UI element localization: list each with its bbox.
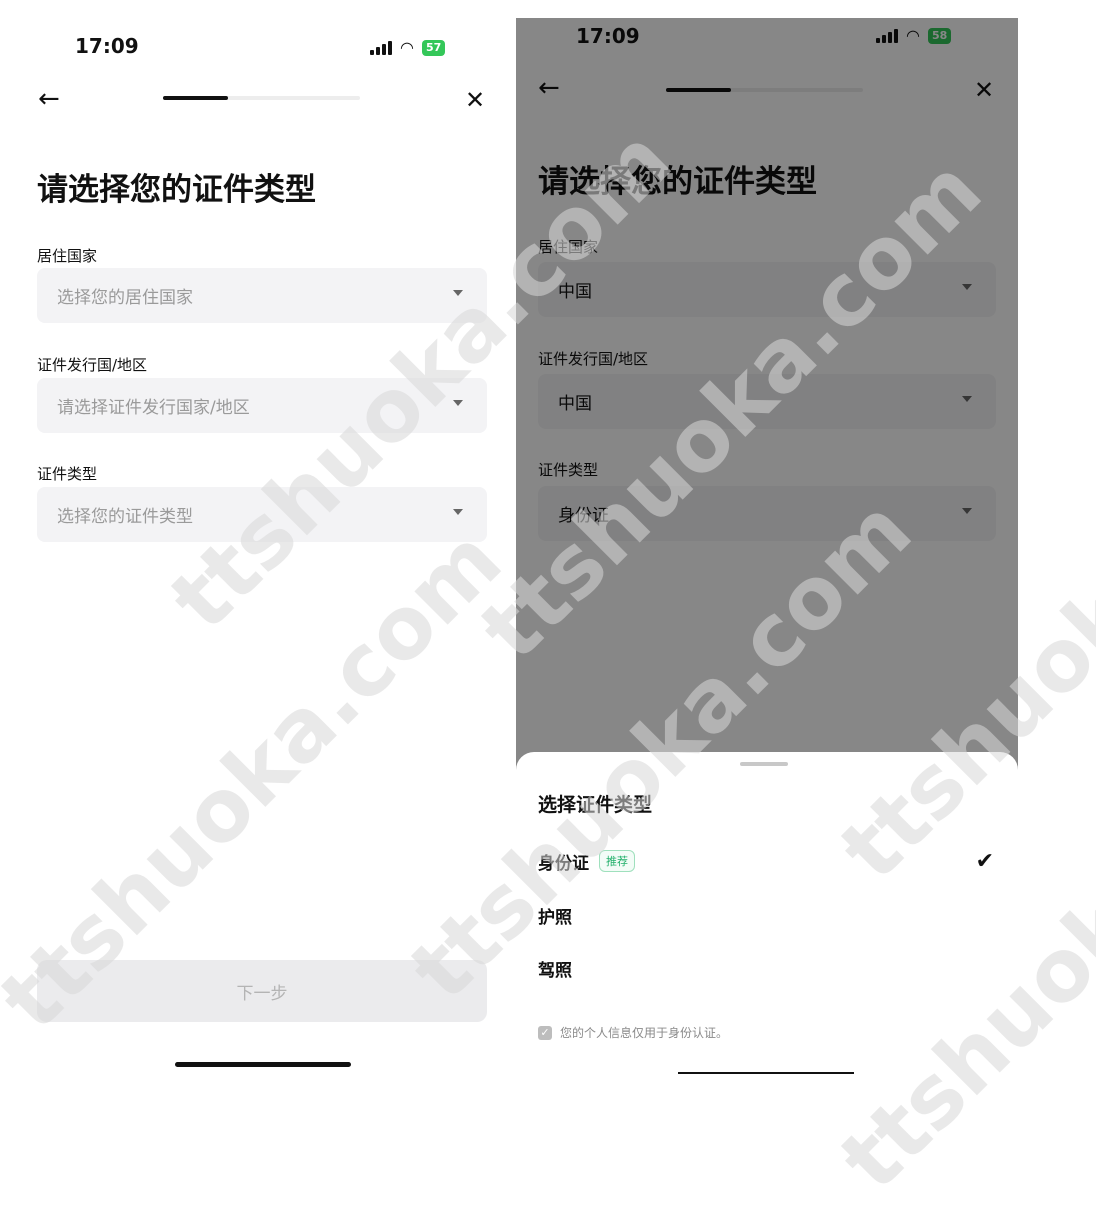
option-id-card[interactable]: 身份证 推荐 ✔: [516, 841, 1018, 881]
document-type-select[interactable]: 选择您的证件类型: [37, 487, 487, 542]
status-time: 17:09: [75, 34, 139, 58]
right-phone-screen: 17:09 ◠ 58 ← ✕ 请选择您的证件类型 居住国家 中国 证件发行国/地…: [516, 18, 1018, 1074]
option-passport[interactable]: 护照: [516, 895, 1018, 935]
sheet-drag-handle[interactable]: [740, 762, 788, 766]
residence-country-label: 居住国家: [37, 247, 98, 265]
wifi-icon: ◠: [400, 38, 414, 57]
option-label: 驾照: [538, 960, 572, 981]
sheet-title: 选择证件类型: [538, 794, 653, 816]
next-button[interactable]: 下一步: [37, 960, 487, 1022]
status-icons: ◠ 57: [370, 38, 446, 57]
home-indicator: [175, 1062, 351, 1067]
recommended-badge: 推荐: [599, 850, 635, 872]
option-label: 护照: [538, 907, 572, 928]
document-type-placeholder: 选择您的证件类型: [57, 507, 193, 527]
issuing-country-select[interactable]: 请选择证件发行国家/地区: [37, 378, 487, 433]
progress-fill: [163, 96, 228, 100]
checkmark-icon: ✔: [975, 848, 994, 874]
close-icon[interactable]: ✕: [465, 86, 485, 114]
issuing-country-label: 证件发行国/地区: [37, 356, 148, 374]
dropdown-caret-icon: [453, 400, 463, 406]
checkbox-checked-icon: ✓: [538, 1025, 552, 1040]
option-label: 身份证: [538, 853, 589, 874]
residence-country-placeholder: 选择您的居住国家: [57, 288, 193, 308]
signal-icon: [370, 40, 392, 55]
document-type-sheet: 选择证件类型 身份证 推荐 ✔ 护照 驾照 ✓ 您的个人信息仅用于身份认证。: [516, 752, 1018, 1074]
page-title: 请选择您的证件类型: [37, 172, 316, 208]
dropdown-caret-icon: [453, 290, 463, 296]
option-drivers-license[interactable]: 驾照: [516, 948, 1018, 988]
dropdown-caret-icon: [453, 509, 463, 515]
privacy-consent-text: 您的个人信息仅用于身份认证。: [560, 1026, 729, 1040]
battery-icon: 57: [421, 39, 446, 56]
issuing-country-placeholder: 请选择证件发行国家/地区: [57, 398, 250, 418]
left-phone-screen: 17:09 ◠ 57 ← ✕ 请选择您的证件类型 居住国家 选择您的居住国家 证…: [0, 0, 508, 1110]
privacy-consent: ✓ 您的个人信息仅用于身份认证。: [538, 1024, 728, 1041]
back-arrow-icon[interactable]: ←: [38, 84, 60, 114]
progress-bar: [163, 96, 360, 100]
residence-country-select[interactable]: 选择您的居住国家: [37, 268, 487, 323]
document-type-label: 证件类型: [37, 465, 98, 483]
home-indicator: [678, 1072, 854, 1074]
